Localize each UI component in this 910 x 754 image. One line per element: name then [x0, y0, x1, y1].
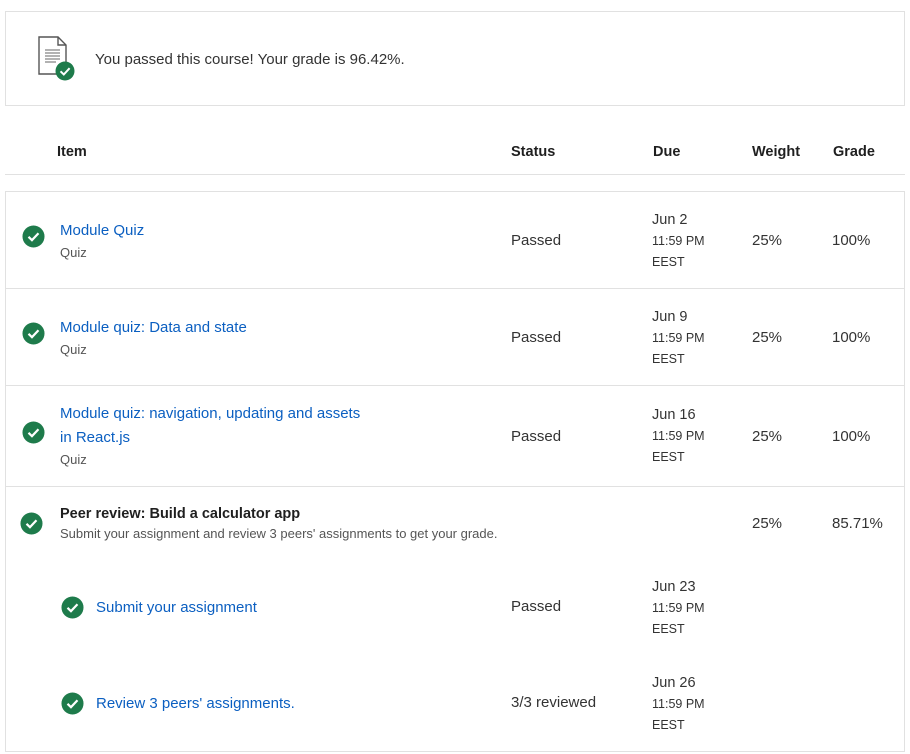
column-header-item: Item — [57, 144, 87, 160]
status-text: Passed — [511, 428, 562, 445]
due-date-time: 11:59 PM — [652, 697, 705, 711]
item-link-module-quiz[interactable]: Module Quiz — [60, 219, 144, 243]
item-title-line: Module quiz: navigation, updating and as… — [60, 405, 361, 422]
grade-value: 85.71% — [832, 515, 883, 532]
grade-value: 100% — [832, 232, 871, 249]
peer-review-subitem: Review 3 peers' assignments. 3/3 reviewe… — [6, 663, 904, 751]
due-date-day: Jun 23 — [652, 579, 696, 595]
item-link-data-and-state[interactable]: Module quiz: Data and state — [60, 316, 247, 340]
column-header-due: Due — [653, 144, 681, 160]
item-type: Quiz — [60, 342, 87, 357]
peer-review-title: Peer review: Build a calculator app — [60, 506, 301, 522]
due-date-time: 11:59 PM — [652, 331, 705, 345]
status-text: Passed — [511, 598, 562, 615]
due-date: Jun 26 11:59 PM EEST — [652, 673, 705, 736]
weight-value: 25% — [752, 515, 783, 532]
item-type: Quiz — [60, 245, 87, 260]
due-date-time: 11:59 PM — [652, 429, 705, 443]
due-date-timezone: EEST — [652, 718, 685, 732]
due-date: Jun 23 11:59 PM EEST — [652, 577, 705, 640]
grade-value: 100% — [832, 428, 871, 445]
column-header-grade: Grade — [833, 144, 875, 160]
due-date-time: 11:59 PM — [652, 234, 705, 248]
due-date-timezone: EEST — [652, 255, 685, 269]
check-circle-icon — [61, 596, 84, 619]
course-passed-banner: You passed this course! Your grade is 96… — [5, 11, 905, 106]
due-date-timezone: EEST — [652, 450, 685, 464]
weight-value: 25% — [752, 428, 783, 445]
peer-review-description: Submit your assignment and review 3 peer… — [60, 526, 498, 541]
due-date-timezone: EEST — [652, 352, 685, 366]
check-circle-icon — [20, 512, 43, 535]
peer-review-subitem: Submit your assignment Passed Jun 23 11:… — [6, 567, 904, 659]
table-row: Module quiz: navigation, updating and as… — [6, 386, 904, 487]
column-header-status: Status — [511, 144, 556, 160]
item-type: Quiz — [60, 452, 87, 467]
weight-value: 25% — [752, 329, 783, 346]
item-link-review-peers[interactable]: Review 3 peers' assignments. — [96, 692, 295, 716]
table-row: Module Quiz Quiz Passed Jun 2 11:59 PM E… — [6, 192, 904, 289]
item-link-submit-assignment[interactable]: Submit your assignment — [96, 596, 257, 620]
check-circle-icon — [22, 225, 45, 248]
grades-table-body: Module Quiz Quiz Passed Jun 2 11:59 PM E… — [5, 191, 905, 752]
due-date-day: Jun 2 — [652, 212, 688, 228]
table-row: Module quiz: Data and state Quiz Passed … — [6, 289, 904, 386]
item-link-navigation-quiz[interactable]: Module quiz: navigation, updating and as… — [60, 402, 360, 450]
due-date-day: Jun 16 — [652, 407, 696, 423]
status-text: Passed — [511, 232, 562, 249]
due-date: Jun 2 11:59 PM EEST — [652, 210, 705, 273]
status-text: Passed — [511, 329, 562, 346]
document-check-icon — [38, 36, 75, 81]
due-date: Jun 9 11:59 PM EEST — [652, 307, 705, 370]
grade-value: 100% — [832, 329, 871, 346]
due-date-timezone: EEST — [652, 622, 685, 636]
check-circle-icon — [22, 421, 45, 444]
grades-table-header: Item Status Due Weight Grade — [5, 132, 905, 175]
peer-review-group: Peer review: Build a calculator app Subm… — [6, 487, 904, 751]
column-header-weight: Weight — [752, 144, 801, 160]
item-title-line: in React.js — [60, 429, 131, 446]
check-circle-icon — [22, 322, 45, 345]
due-date: Jun 16 11:59 PM EEST — [652, 405, 705, 468]
due-date-day: Jun 26 — [652, 675, 696, 691]
course-grade-message: You passed this course! Your grade is 96… — [95, 51, 405, 68]
check-circle-icon — [61, 692, 84, 715]
weight-value: 25% — [752, 232, 783, 249]
due-date-time: 11:59 PM — [652, 601, 705, 615]
due-date-day: Jun 9 — [652, 309, 688, 325]
status-text: 3/3 reviewed — [511, 694, 597, 711]
